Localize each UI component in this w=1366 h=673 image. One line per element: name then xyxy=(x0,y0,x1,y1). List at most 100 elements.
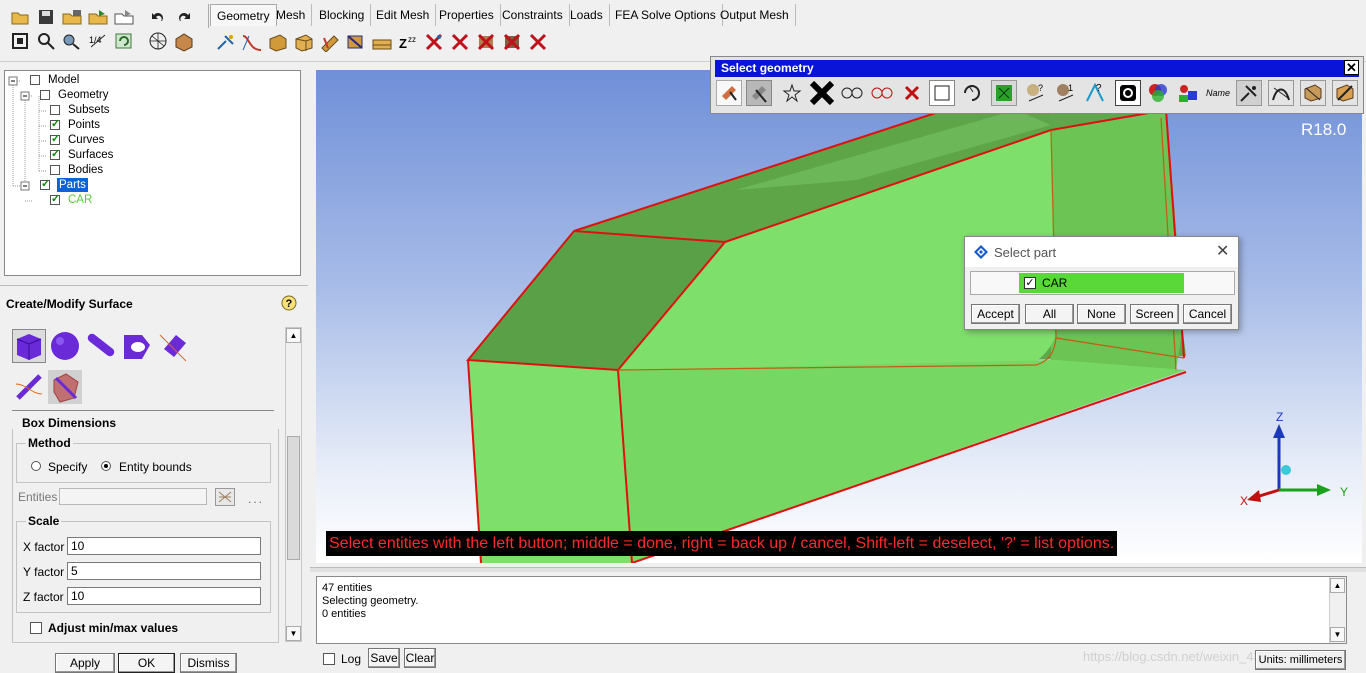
scrollbar-thumb[interactable] xyxy=(287,436,300,560)
select-body-tool-icon[interactable] xyxy=(1332,80,1358,106)
apply-button[interactable]: Apply xyxy=(55,653,115,673)
create-point-icon[interactable] xyxy=(214,31,238,53)
select-surfaces-icon[interactable]: ? xyxy=(1083,80,1109,106)
entities-field[interactable] xyxy=(59,488,207,505)
select-bodies-icon[interactable] xyxy=(1115,80,1141,106)
select-by-loop-red-icon[interactable] xyxy=(869,80,895,106)
car-checkbox[interactable] xyxy=(50,195,60,205)
wireframe-view-icon[interactable] xyxy=(146,30,170,52)
select-box-icon[interactable] xyxy=(929,80,955,106)
standard-shapes-box-icon[interactable] xyxy=(12,329,46,363)
delete-any-entity-icon[interactable] xyxy=(526,31,550,53)
tree-item-model[interactable]: Model xyxy=(48,73,79,87)
create-surface-icon[interactable] xyxy=(266,31,290,53)
screen-button[interactable]: Screen xyxy=(1130,304,1179,324)
open-blocking-icon[interactable] xyxy=(86,6,110,28)
sleep-geometry-icon[interactable]: Zzz xyxy=(396,31,420,53)
log-checkbox[interactable] xyxy=(323,653,335,665)
standard-shapes-plane-icon[interactable] xyxy=(156,329,190,363)
tab-geometry[interactable]: Geometry xyxy=(210,4,277,26)
close-icon[interactable]: ✕ xyxy=(1216,241,1229,261)
message-scroll-up-icon[interactable]: ▲ xyxy=(1330,578,1345,593)
x-factor-input[interactable]: 10 xyxy=(67,537,261,555)
points-checkbox[interactable] xyxy=(50,120,60,130)
subsets-checkbox[interactable] xyxy=(50,105,60,115)
select-by-name-icon[interactable] xyxy=(746,80,772,106)
scroll-up-arrow-icon[interactable]: ▲ xyxy=(286,328,301,343)
select-all-icon[interactable] xyxy=(809,80,835,106)
create-body-icon[interactable] xyxy=(292,31,316,53)
repair-geometry-icon[interactable] xyxy=(318,31,342,53)
close-icon[interactable]: ✕ xyxy=(1344,60,1359,75)
message-scroll-down-icon[interactable]: ▼ xyxy=(1330,627,1345,642)
message-splitter[interactable] xyxy=(310,567,1366,572)
measure-angle-icon[interactable]: 1/4 xyxy=(86,30,110,52)
tree-item-surfaces[interactable]: Surfaces xyxy=(68,148,113,162)
z-factor-input[interactable]: 10 xyxy=(67,587,261,605)
select-by-color-icon[interactable] xyxy=(1145,80,1171,106)
tree-item-geometry[interactable]: Geometry xyxy=(58,88,109,102)
zoom-box-icon[interactable] xyxy=(34,30,58,52)
standard-shapes-pipe-icon[interactable] xyxy=(120,329,154,363)
tab-blocking[interactable]: Blocking xyxy=(313,4,372,26)
redo-icon[interactable] xyxy=(172,6,196,28)
save-icon[interactable] xyxy=(34,6,58,28)
parts-checkbox[interactable] xyxy=(40,180,50,190)
tab-loads[interactable]: Loads xyxy=(564,4,610,26)
curves-checkbox[interactable] xyxy=(50,135,60,145)
surfaces-checkbox[interactable] xyxy=(50,150,60,160)
solid-view-icon[interactable] xyxy=(172,30,196,52)
standard-shapes-sphere-icon[interactable] xyxy=(48,329,82,363)
bodies-checkbox[interactable] xyxy=(50,165,60,175)
select-surface-tool-icon[interactable] xyxy=(1300,80,1326,106)
accept-button[interactable]: Accept xyxy=(971,304,1020,324)
measure-distance-icon[interactable] xyxy=(60,30,84,52)
tab-edit-mesh[interactable]: Edit Mesh xyxy=(370,4,437,26)
delete-body-icon[interactable] xyxy=(500,31,524,53)
create-curve-icon[interactable] xyxy=(240,31,264,53)
adjust-min-max-checkbox[interactable] xyxy=(30,622,42,634)
open-folder-icon[interactable] xyxy=(8,6,32,28)
geometry-checkbox[interactable] xyxy=(40,90,50,100)
entities-more-dots[interactable]: ... xyxy=(248,492,264,506)
standard-shapes-cylinder-icon[interactable] xyxy=(84,329,118,363)
name-label[interactable]: Name xyxy=(1205,80,1231,106)
standard-shapes-disc-icon[interactable] xyxy=(12,370,46,404)
select-points-icon[interactable]: ? xyxy=(1023,80,1049,106)
tree-item-parts[interactable]: Parts xyxy=(57,178,88,192)
select-entities-icon[interactable] xyxy=(215,488,235,506)
select-curves-icon[interactable]: 1 xyxy=(1053,80,1079,106)
deselect-icon[interactable] xyxy=(899,80,925,106)
none-button[interactable]: None xyxy=(1077,304,1126,324)
clear-log-button[interactable]: Clear xyxy=(404,648,436,668)
tree-item-points[interactable]: Points xyxy=(68,118,100,132)
select-point-tool-icon[interactable] xyxy=(1236,80,1262,106)
part-car-checkbox[interactable]: ✓ xyxy=(1024,277,1036,289)
select-by-part-icon[interactable] xyxy=(1175,80,1201,106)
tab-fea-solve-options[interactable]: FEA Solve Options xyxy=(609,4,723,26)
all-button[interactable]: All xyxy=(1025,304,1074,324)
standard-shapes-trim-icon[interactable] xyxy=(48,370,82,404)
select-polygon-icon[interactable] xyxy=(959,80,985,106)
tab-mesh[interactable]: Mesh xyxy=(270,4,313,26)
tab-output-mesh[interactable]: Output Mesh xyxy=(714,4,796,26)
tree-item-subsets[interactable]: Subsets xyxy=(68,103,110,117)
units-indicator[interactable]: Units: millimeters xyxy=(1255,650,1346,670)
select-by-family-icon[interactable] xyxy=(991,80,1017,106)
ok-button[interactable]: OK xyxy=(118,653,175,673)
delete-surface-icon[interactable] xyxy=(474,31,498,53)
select-all-visible-icon[interactable] xyxy=(779,80,805,106)
y-factor-input[interactable]: 5 xyxy=(67,562,261,580)
open-geometry-icon[interactable] xyxy=(60,6,84,28)
refresh-icon[interactable] xyxy=(112,30,136,52)
specify-radio[interactable] xyxy=(31,461,41,471)
fit-window-icon[interactable] xyxy=(8,30,32,52)
undo-icon[interactable] xyxy=(146,6,170,28)
restore-geometry-icon[interactable] xyxy=(370,31,394,53)
save-log-button[interactable]: Save xyxy=(368,648,400,668)
tab-properties[interactable]: Properties xyxy=(433,4,501,26)
dismiss-button[interactable]: Dismiss xyxy=(180,653,237,673)
tree-item-car[interactable]: CAR xyxy=(68,193,92,207)
tab-constraints[interactable]: Constraints xyxy=(496,4,570,26)
entity-bounds-radio[interactable] xyxy=(101,461,111,471)
